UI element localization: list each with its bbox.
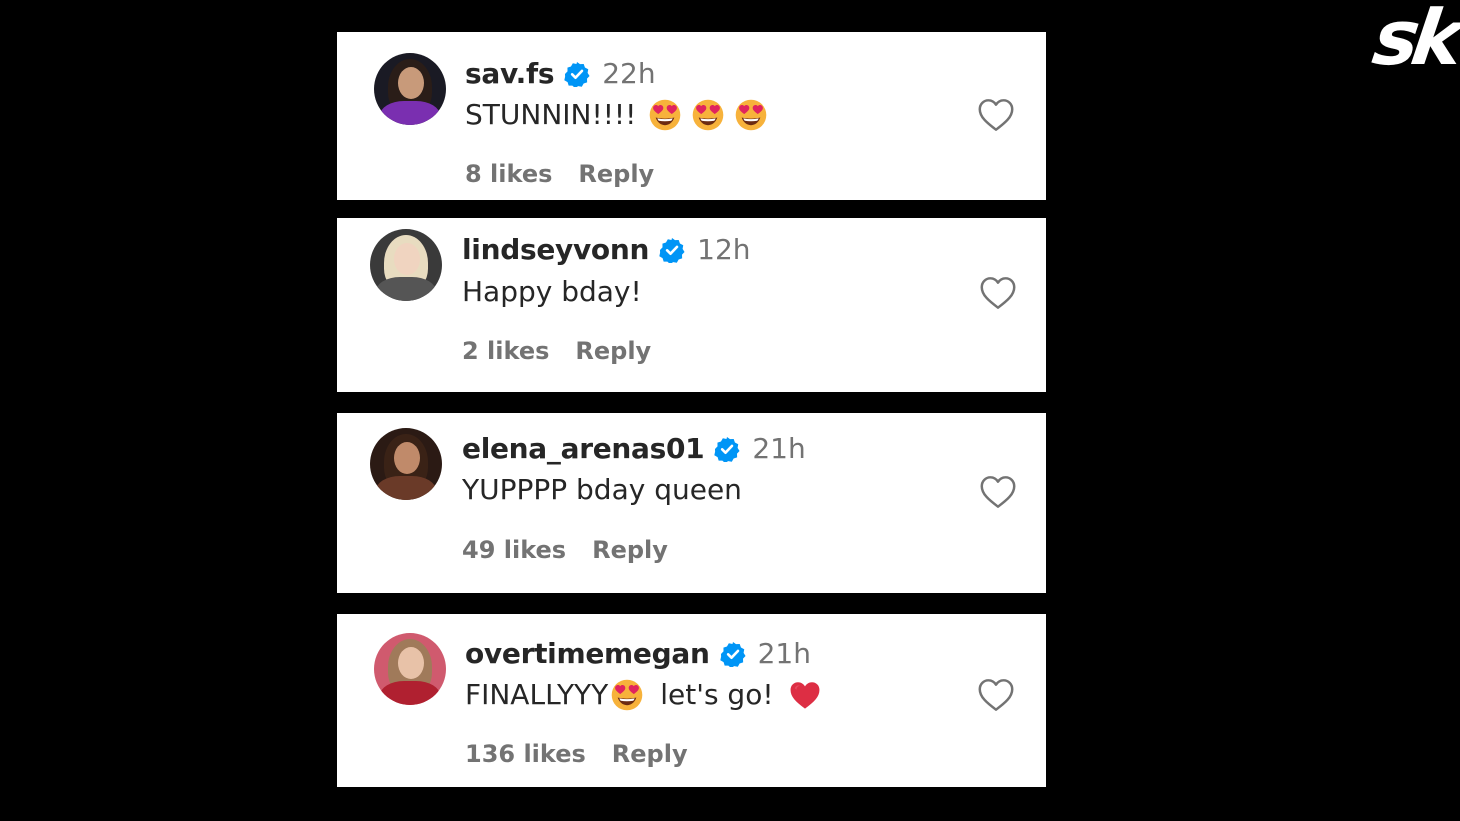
avatar[interactable]: [370, 229, 442, 301]
like-heart-icon[interactable]: [977, 98, 1015, 132]
comment-meta: 8 likes Reply: [465, 159, 654, 189]
comment-header: overtimemegan 21h: [465, 637, 811, 671]
like-heart-icon[interactable]: [979, 475, 1017, 509]
username[interactable]: sav.fs: [465, 57, 555, 91]
likes-count[interactable]: 136 likes: [465, 740, 586, 768]
avatar[interactable]: [370, 428, 442, 500]
comment-text: FINALLYYY let's go!: [465, 678, 822, 712]
likes-count[interactable]: 8 likes: [465, 160, 552, 188]
comment-meta: 2 likes Reply: [462, 336, 651, 366]
avatar[interactable]: [374, 53, 446, 125]
comment-meta: 136 likes Reply: [465, 739, 688, 769]
comment-header: elena_arenas01 21h: [462, 432, 806, 466]
comment-card: elena_arenas01 21h YUPPPP bday queen 49 …: [337, 413, 1046, 593]
comment-card: sav.fs 22h STUNNIN!!!! 8 likes Reply: [337, 32, 1046, 200]
timestamp[interactable]: 12h: [697, 233, 750, 267]
comment-header: lindseyvonn 12h: [462, 233, 751, 267]
comment-meta: 49 likes Reply: [462, 535, 668, 565]
heart-eyes-emoji-icon: [610, 678, 644, 712]
heart-eyes-emoji-icon: [691, 98, 725, 132]
username[interactable]: lindseyvonn: [462, 233, 649, 267]
heart-eyes-emoji-icon: [648, 98, 682, 132]
comment-text: YUPPPP bday queen: [462, 473, 742, 506]
comment-card: lindseyvonn 12h Happy bday! 2 likes Reply: [337, 218, 1046, 392]
likes-count[interactable]: 2 likes: [462, 337, 549, 365]
heart-eyes-emoji-icon: [734, 98, 768, 132]
reply-button[interactable]: Reply: [592, 536, 668, 564]
red-heart-emoji-icon: [788, 678, 822, 712]
username[interactable]: overtimemegan: [465, 637, 710, 671]
reply-button[interactable]: Reply: [578, 160, 654, 188]
reply-button[interactable]: Reply: [612, 740, 688, 768]
reply-button[interactable]: Reply: [575, 337, 651, 365]
like-heart-icon[interactable]: [979, 276, 1017, 310]
avatar[interactable]: [374, 633, 446, 705]
comment-text: STUNNIN!!!!: [465, 98, 768, 132]
comment-text: Happy bday!: [462, 275, 642, 308]
likes-count[interactable]: 49 likes: [462, 536, 566, 564]
verified-badge-icon: [714, 436, 740, 462]
verified-badge-icon: [564, 61, 590, 87]
verified-badge-icon: [720, 641, 746, 667]
comment-header: sav.fs 22h: [465, 57, 656, 91]
timestamp[interactable]: 21h: [752, 432, 805, 466]
username[interactable]: elena_arenas01: [462, 432, 705, 466]
timestamp[interactable]: 21h: [758, 637, 811, 671]
verified-badge-icon: [659, 237, 685, 263]
sportskeeda-logo: sk: [1368, 0, 1460, 82]
like-heart-icon[interactable]: [977, 678, 1015, 712]
comment-card: overtimemegan 21h FINALLYYY let's go! 13…: [337, 614, 1046, 787]
timestamp[interactable]: 22h: [602, 57, 655, 91]
